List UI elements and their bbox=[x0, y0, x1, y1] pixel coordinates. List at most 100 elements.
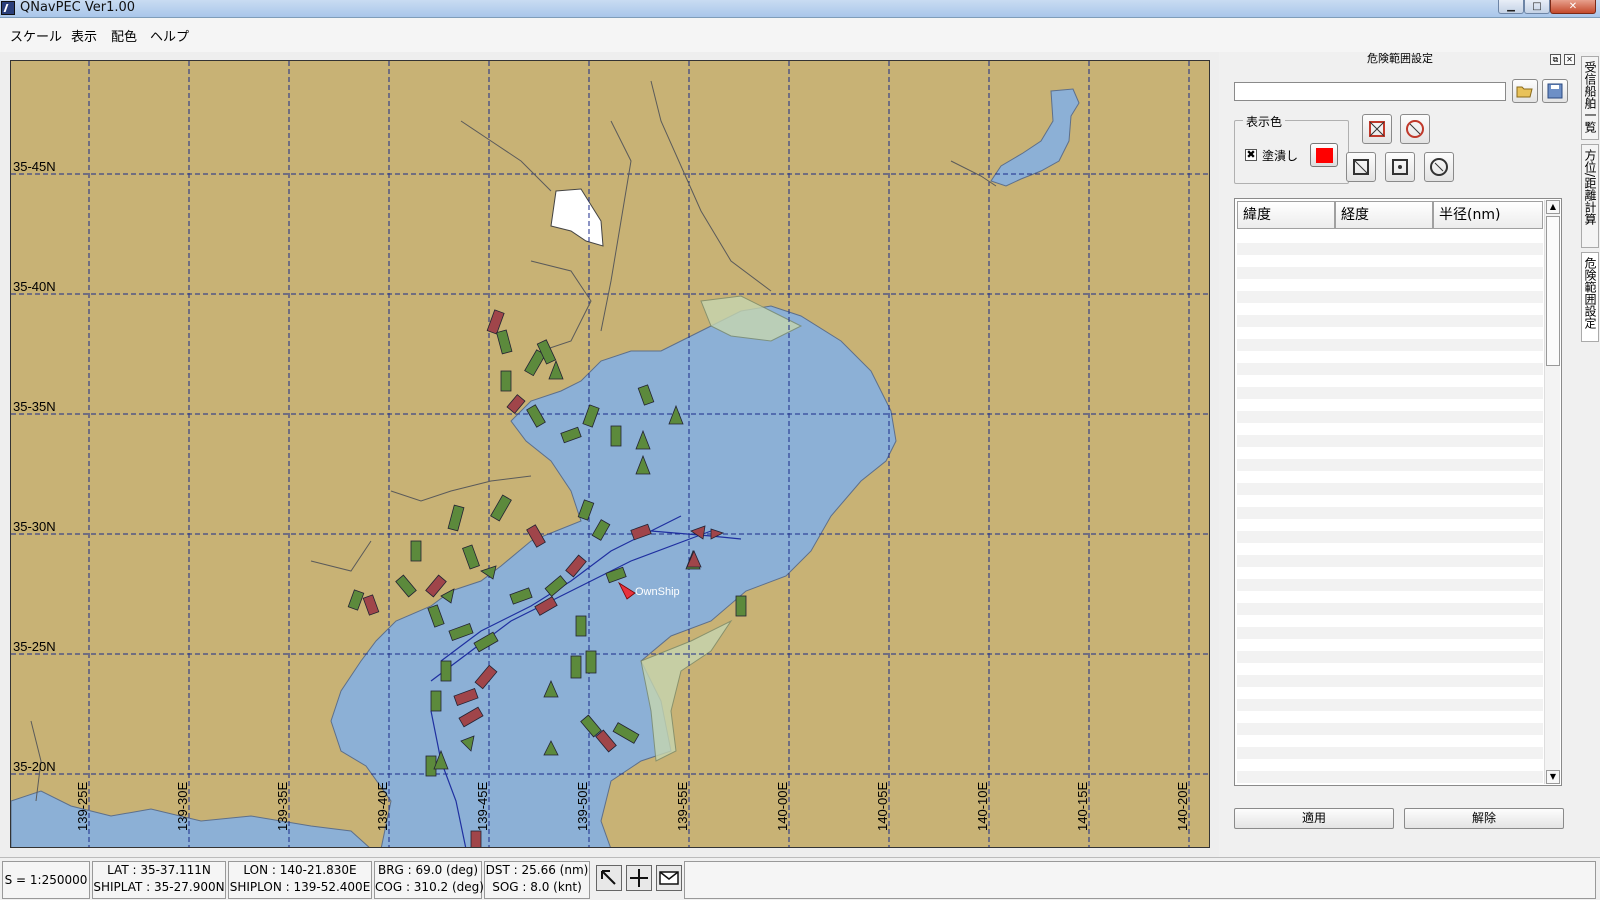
distance-readout: DST : 25.66 (nm) SOG : 8.0 (knt) bbox=[484, 861, 590, 899]
chart-map[interactable]: OwnShip 35-45N 35-40N 35-35N 35-30N 35-2… bbox=[10, 60, 1210, 848]
cursor-lat: LAT : 35-37.111N bbox=[107, 863, 211, 877]
lat-label: 35-25N bbox=[13, 639, 56, 654]
speed-over-ground: SOG : 8.0 (knt) bbox=[492, 880, 582, 894]
latitude-readout: LAT : 35-37.111N SHIPLAT : 35-27.900N bbox=[92, 861, 226, 899]
column-header-longitude[interactable]: 経度 bbox=[1335, 201, 1433, 229]
menu-color-scheme[interactable]: 配色 bbox=[111, 26, 137, 45]
airport-land bbox=[550, 188, 604, 247]
lon-label: 140-20E bbox=[1175, 782, 1190, 831]
close-panel-button[interactable]: ✕ bbox=[1564, 54, 1575, 65]
open-file-button[interactable] bbox=[1512, 79, 1538, 103]
scroll-thumb[interactable] bbox=[1546, 216, 1560, 366]
lat-label: 35-45N bbox=[13, 159, 56, 174]
app-icon bbox=[1, 1, 15, 15]
polygon-edit-button[interactable] bbox=[1346, 152, 1376, 182]
circle-area-icon bbox=[1406, 120, 1424, 138]
select-tool-button[interactable] bbox=[596, 865, 622, 891]
folder-icon bbox=[1516, 86, 1533, 98]
menu-bar: スケール 表示 配色 ヘルプ bbox=[0, 18, 1600, 52]
lon-label: 140-10E bbox=[975, 782, 990, 831]
lat-label: 35-40N bbox=[13, 279, 56, 294]
danger-zone-table[interactable]: 緯度 経度 半径(nm) ▲ ▼ bbox=[1234, 198, 1562, 786]
panel-title: 危険範囲設定 bbox=[1367, 52, 1433, 65]
polygon-vertex-icon bbox=[1392, 159, 1408, 175]
release-button[interactable]: 解除 bbox=[1404, 808, 1564, 829]
lat-label: 35-30N bbox=[13, 519, 56, 534]
course-over-ground: COG : 310.2 (deg) bbox=[375, 880, 484, 894]
lon-label: 140-15E bbox=[1075, 782, 1090, 831]
scroll-down-arrow-icon[interactable]: ▼ bbox=[1546, 770, 1560, 784]
chart-canvas: OwnShip 35-45N 35-40N 35-35N 35-30N 35-2… bbox=[11, 61, 1209, 847]
cursor-lon: LON : 140-21.830E bbox=[243, 863, 357, 877]
close-icon: ✕ bbox=[1568, 1, 1578, 12]
lat-labels: 35-45N 35-40N 35-35N 35-30N 35-25N 35-20… bbox=[13, 159, 56, 774]
envelope-icon bbox=[659, 871, 679, 885]
window-title: QNavPEC Ver1.00 bbox=[20, 0, 136, 15]
file-path-input[interactable] bbox=[1234, 82, 1506, 101]
lat-label: 35-20N bbox=[13, 759, 56, 774]
display-color-group: 表示色 ✖ 塗潰し bbox=[1234, 113, 1349, 184]
lon-label: 140-05E bbox=[875, 782, 890, 831]
map-frame: OwnShip 35-45N 35-40N 35-35N 35-30N 35-2… bbox=[0, 52, 1219, 857]
display-color-label: 表示色 bbox=[1243, 113, 1286, 130]
column-header-latitude[interactable]: 緯度 bbox=[1237, 201, 1335, 229]
scale-readout: S = 1:250000 bbox=[2, 861, 90, 899]
maximize-icon: □ bbox=[1532, 1, 1542, 12]
lake-water bbox=[990, 88, 1080, 187]
save-icon bbox=[1547, 83, 1563, 99]
maximize-button[interactable]: □ bbox=[1524, 0, 1550, 14]
lon-label: 139-40E bbox=[375, 782, 390, 831]
longitude-readout: LON : 140-21.830E SHIPLON : 139-52.400E bbox=[228, 861, 372, 899]
table-header: 緯度 経度 半径(nm) bbox=[1237, 201, 1543, 229]
own-ship-label: OwnShip bbox=[635, 586, 680, 598]
side-tab-bar: 受信船舶一覧 方位/距離計算 危険範囲設定 bbox=[1580, 52, 1600, 857]
fill-label: 塗潰し bbox=[1262, 149, 1299, 163]
lon-label: 139-25E bbox=[75, 782, 90, 831]
polygon-vertex-button[interactable] bbox=[1385, 152, 1415, 182]
close-icon: ✕ bbox=[1566, 55, 1573, 64]
distance: DST : 25.66 (nm) bbox=[485, 863, 589, 877]
danger-zone-panel: 危険範囲設定 ⧉ ✕ 表示色 ✖ 塗潰し 緯度 経度 半径(nm) ▲ ▼ 適用… bbox=[1222, 52, 1578, 857]
crosshair-icon bbox=[630, 869, 648, 887]
float-icon: ⧉ bbox=[1552, 55, 1559, 64]
circle-edit-icon bbox=[1430, 158, 1448, 176]
bearing-readout: BRG : 69.0 (deg) COG : 310.2 (deg) bbox=[374, 861, 484, 899]
lon-label: 139-30E bbox=[175, 782, 190, 831]
minimize-icon: ▁ bbox=[1507, 1, 1515, 12]
color-swatch bbox=[1316, 148, 1333, 163]
polygon-area-button[interactable] bbox=[1362, 114, 1392, 144]
menu-scale[interactable]: スケール bbox=[10, 26, 62, 45]
tab-bearing-distance[interactable]: 方位/距離計算 bbox=[1581, 144, 1599, 248]
save-file-button[interactable] bbox=[1542, 79, 1568, 103]
message-button[interactable] bbox=[656, 865, 682, 891]
fill-color-button[interactable] bbox=[1310, 143, 1338, 167]
menu-help[interactable]: ヘルプ bbox=[150, 26, 189, 45]
minimize-button[interactable]: ▁ bbox=[1498, 0, 1524, 14]
ship-lon: SHIPLON : 139-52.400E bbox=[229, 880, 371, 894]
table-body[interactable] bbox=[1237, 231, 1543, 783]
scale-value: S = 1:250000 bbox=[4, 873, 88, 887]
bearing: BRG : 69.0 (deg) bbox=[377, 863, 479, 877]
scroll-up-arrow-icon[interactable]: ▲ bbox=[1546, 200, 1560, 214]
lat-label: 35-35N bbox=[13, 399, 56, 414]
title-bar: QNavPEC Ver1.00 ▁ □ ✕ bbox=[0, 0, 1600, 18]
west-coast-water bbox=[11, 790, 370, 847]
tab-received-ships[interactable]: 受信船舶一覧 bbox=[1581, 56, 1599, 140]
apply-button[interactable]: 適用 bbox=[1234, 808, 1394, 829]
lon-label: 140-00E bbox=[775, 782, 790, 831]
table-scrollbar[interactable]: ▲ ▼ bbox=[1544, 200, 1560, 784]
lon-label: 139-55E bbox=[675, 782, 690, 831]
circle-area-button[interactable] bbox=[1400, 114, 1430, 144]
column-header-radius[interactable]: 半径(nm) bbox=[1433, 201, 1543, 229]
status-empty-field bbox=[684, 861, 1596, 899]
tab-danger-zone[interactable]: 危険範囲設定 bbox=[1581, 252, 1599, 342]
polygon-area-icon bbox=[1369, 121, 1385, 137]
float-panel-button[interactable]: ⧉ bbox=[1550, 54, 1561, 65]
circle-edit-button[interactable] bbox=[1424, 152, 1454, 182]
lon-label: 139-45E bbox=[475, 782, 490, 831]
menu-view[interactable]: 表示 bbox=[71, 26, 97, 45]
fill-checkbox[interactable]: ✖ bbox=[1245, 149, 1257, 161]
close-button[interactable]: ✕ bbox=[1550, 0, 1596, 14]
crosshair-tool-button[interactable] bbox=[626, 865, 652, 891]
ship-lat: SHIPLAT : 35-27.900N bbox=[93, 880, 225, 894]
